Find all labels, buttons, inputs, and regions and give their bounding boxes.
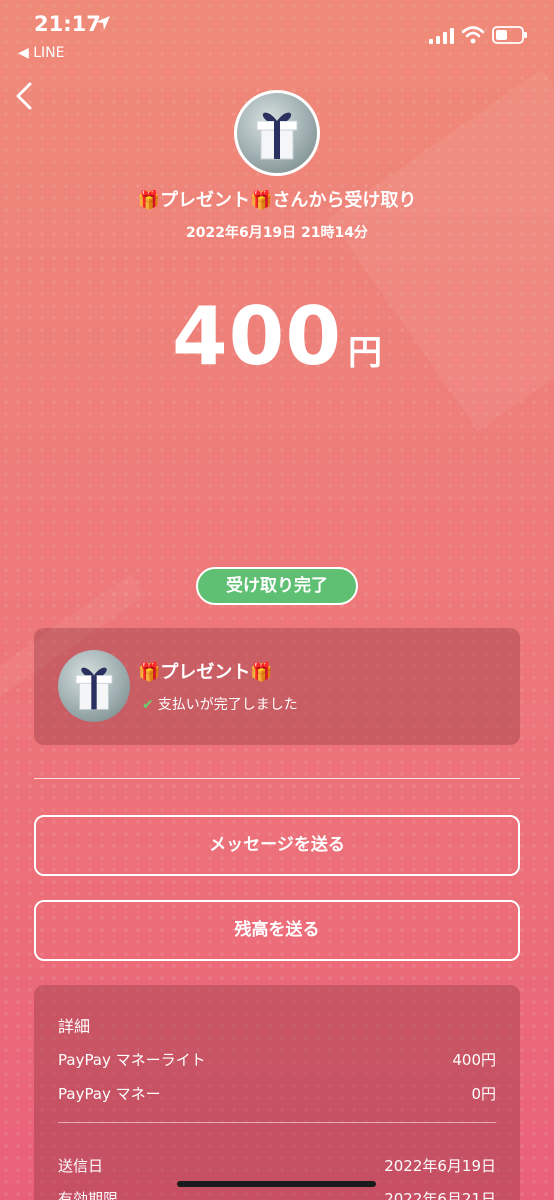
status-time: 21:17 [34, 12, 101, 36]
payment-complete-text: 支払いが完了しました [157, 697, 298, 713]
sender-avatar [234, 90, 320, 176]
details-row-label: PayPay マネーライト [58, 1051, 206, 1069]
details-row: 有効期限 2022年6月21日 [58, 1188, 496, 1200]
details-title: 詳細 [58, 1017, 91, 1036]
home-indicator[interactable] [177, 1181, 376, 1187]
gift-card-title: 🎁プレゼント🎁 [138, 662, 273, 683]
received-datetime: 2022年6月19日 21時14分 [185, 225, 369, 241]
sender-line: 🎁プレゼント🎁さんから受け取り [137, 190, 417, 211]
gift-box-icon [256, 112, 298, 160]
gift-avatar [58, 650, 130, 722]
status-bar: 21:17 ◀ LINE [0, 0, 554, 70]
send-message-button[interactable]: メッセージを送る [34, 815, 520, 876]
gift-summary-card: 🎁プレゼント🎁 ✔ 支払いが完了しました [34, 628, 520, 745]
details-row-label: 有効期限 [58, 1190, 119, 1200]
send-balance-button[interactable]: 残高を送る [34, 900, 520, 961]
back-to-app-link[interactable]: ◀ LINE [18, 45, 64, 61]
details-row-value: 2022年6月21日 [384, 1190, 496, 1200]
gift-card-status: ✔ 支払いが完了しました [142, 694, 298, 714]
details-divider [58, 1122, 496, 1123]
details-row-value: 0円 [471, 1085, 496, 1103]
wifi-icon [462, 26, 484, 44]
details-row-label: 送信日 [58, 1157, 104, 1175]
gift-box-icon [75, 667, 113, 710]
details-row-value: 400円 [452, 1051, 496, 1069]
cellular-signal-icon [429, 28, 454, 44]
details-card: 詳細 PayPay マネーライト 400円 PayPay マネー 0円 送信日 … [34, 985, 520, 1200]
back-chevron-icon[interactable] [10, 78, 38, 114]
amount-value: 400 [172, 290, 342, 383]
details-row: 送信日 2022年6月19日 [58, 1155, 496, 1176]
section-divider [34, 778, 520, 779]
battery-icon [492, 26, 527, 44]
check-icon: ✔ [142, 697, 154, 713]
amount-unit: 円 [348, 333, 382, 373]
location-arrow-icon [96, 16, 110, 30]
details-row: PayPay マネーライト 400円 [58, 1049, 496, 1070]
details-row: PayPay マネー 0円 [58, 1083, 496, 1104]
details-row-label: PayPay マネー [58, 1085, 161, 1103]
received-complete-badge: 受け取り完了 [196, 567, 358, 605]
amount-display: 400 円 [0, 290, 554, 383]
details-row-value: 2022年6月19日 [384, 1157, 496, 1175]
